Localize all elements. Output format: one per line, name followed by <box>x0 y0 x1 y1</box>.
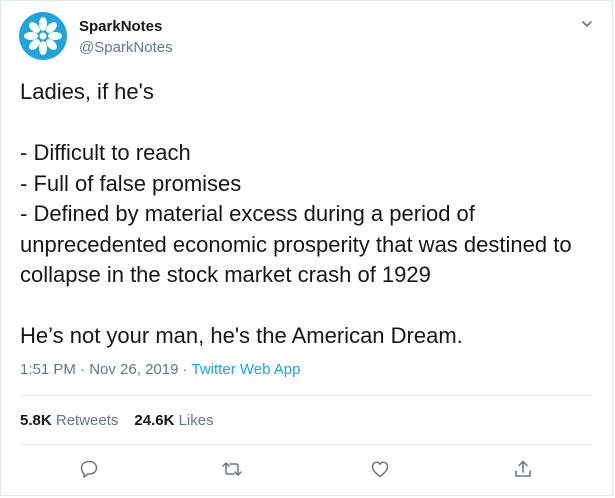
tweet-text: Ladies, if he's - Difficult to reach - F… <box>20 79 572 348</box>
author-handle[interactable]: @SparkNotes <box>79 39 173 56</box>
likes-label: Likes <box>174 412 214 429</box>
reply-icon <box>80 460 98 478</box>
retweet-button[interactable] <box>214 451 250 487</box>
retweets-stat[interactable]: 5.8K Retweets <box>20 412 118 429</box>
share-button[interactable] <box>505 451 541 487</box>
reply-button[interactable] <box>71 451 107 487</box>
likes-stat[interactable]: 24.6K Likes <box>134 412 213 429</box>
like-button[interactable] <box>362 451 398 487</box>
tweet-time[interactable]: 1:51 PM <box>20 361 76 378</box>
retweet-icon <box>222 462 242 476</box>
tweet-meta: 1:51 PM · Nov 26, 2019 · Twitter Web App <box>20 361 300 378</box>
avatar[interactable] <box>19 12 67 60</box>
separator: · <box>75 361 90 378</box>
sparknotes-logo <box>24 17 62 55</box>
likes-count: 24.6K <box>134 412 175 429</box>
share-icon <box>515 460 531 477</box>
chevron-down-icon[interactable] <box>580 17 594 31</box>
tweet-card: SparkNotes @SparkNotes Ladies, if he's -… <box>0 0 613 496</box>
author-name[interactable]: SparkNotes <box>79 18 162 35</box>
heart-icon <box>371 461 389 478</box>
divider <box>20 395 593 396</box>
separator: · <box>178 361 192 378</box>
engagement-stats: 5.8K Retweets 24.6K Likes <box>20 412 214 429</box>
retweets-label: Retweets <box>51 412 119 429</box>
tweet-source-app[interactable]: Twitter Web App <box>192 361 301 378</box>
divider <box>20 444 593 445</box>
action-bar <box>1 451 614 487</box>
tweet-date[interactable]: Nov 26, 2019 <box>89 361 178 378</box>
retweets-count: 5.8K <box>20 412 52 429</box>
